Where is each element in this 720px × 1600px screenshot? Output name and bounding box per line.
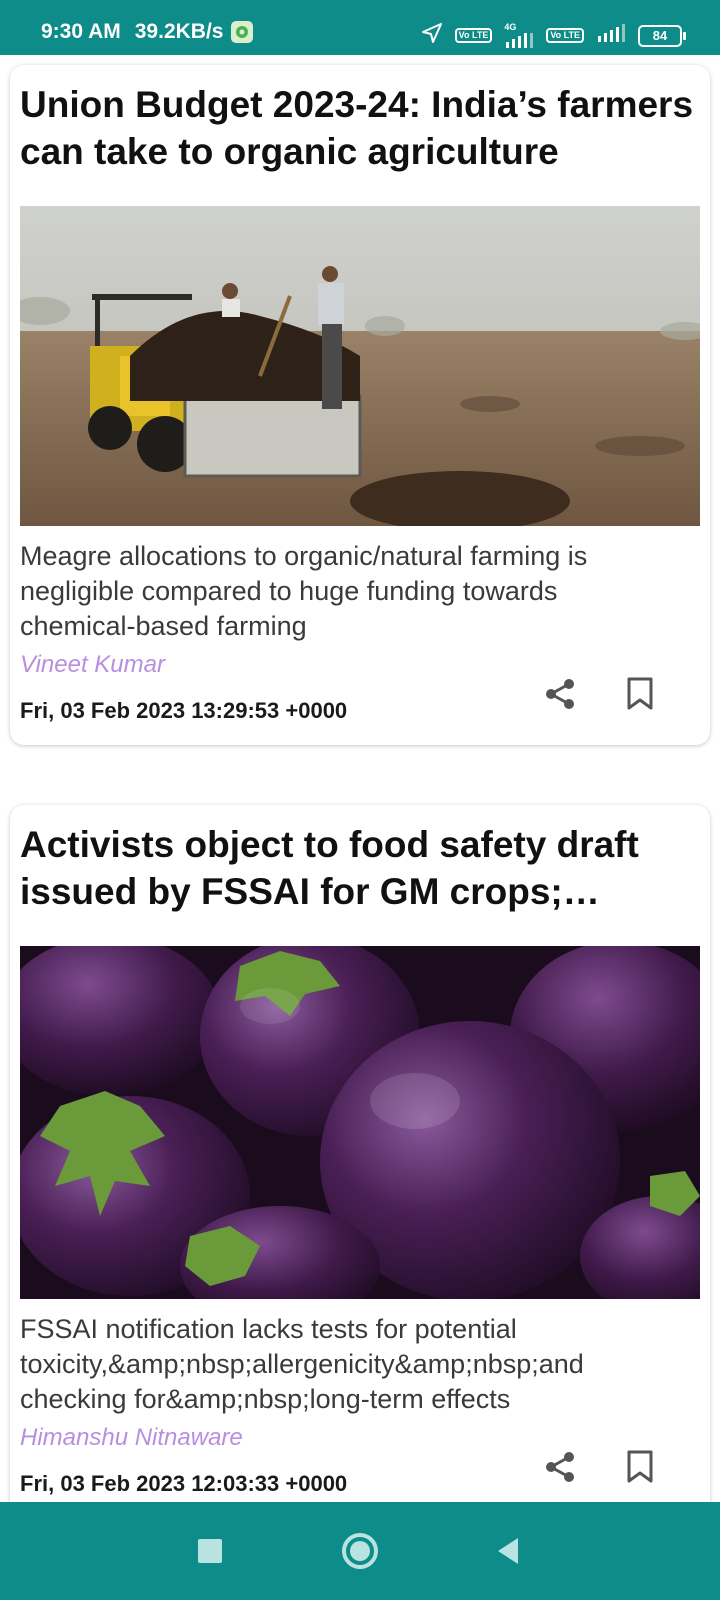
status-right: Vo LTE 4G Vo LTE 84: [421, 22, 686, 49]
article-title[interactable]: Union Budget 2023-24: India’s farmers ca…: [20, 81, 702, 175]
location-arrow-icon: [421, 22, 443, 49]
article-image[interactable]: [20, 946, 700, 1299]
article-image[interactable]: [20, 206, 700, 526]
signal-icon: [596, 24, 626, 47]
signal-4g-icon: 4G: [504, 23, 534, 48]
bookmark-button[interactable]: [618, 672, 662, 716]
article-feed[interactable]: Union Budget 2023-24: India’s farmers ca…: [0, 55, 720, 1502]
volte-badge-1: Vo LTE: [454, 28, 493, 43]
article-card[interactable]: Union Budget 2023-24: India’s farmers ca…: [10, 65, 710, 745]
article-date: Fri, 03 Feb 2023 12:03:33 +0000: [20, 1471, 348, 1496]
status-speed: 39.2KB/s: [134, 20, 224, 43]
back-button[interactable]: [483, 1526, 533, 1576]
battery-level: 84: [652, 28, 668, 43]
article-summary: FSSAI notification lacks tests for poten…: [20, 1314, 584, 1414]
status-left: 9:30 AM 39.2KB/s: [41, 20, 254, 44]
share-icon: [546, 679, 574, 709]
status-bar: 9:30 AM 39.2KB/s Vo LTE 4G Vo LTE 84: [0, 0, 720, 55]
share-icon: [546, 1452, 574, 1482]
recent-apps-button[interactable]: [185, 1526, 235, 1576]
article-author: Vineet Kumar: [20, 651, 165, 678]
home-button[interactable]: [335, 1526, 385, 1576]
article-summary: Meagre allocations to organic/natural fa…: [20, 541, 588, 641]
article-card[interactable]: Activists object to food safety draft is…: [10, 805, 710, 1502]
bookmark-icon: [627, 677, 653, 710]
article-author: Himanshu Nitnaware: [20, 1424, 243, 1451]
circle-icon: [342, 1533, 378, 1569]
network-label: 4G: [504, 22, 517, 32]
square-icon: [198, 1539, 222, 1563]
navigation-bar: [0, 1502, 720, 1600]
app-notification-icon: [231, 21, 254, 43]
article-title[interactable]: Activists object to food safety draft is…: [20, 821, 702, 915]
bookmark-button[interactable]: [618, 1445, 662, 1489]
volte-badge-2: Vo LTE: [546, 28, 584, 43]
share-button[interactable]: [538, 672, 582, 716]
triangle-back-icon: [498, 1538, 518, 1564]
bookmark-icon: [627, 1450, 653, 1483]
share-button[interactable]: [538, 1445, 582, 1489]
article-date: Fri, 03 Feb 2023 13:29:53 +0000: [20, 698, 348, 723]
battery-icon: 84: [638, 24, 686, 47]
status-time: 9:30 AM: [41, 20, 121, 43]
